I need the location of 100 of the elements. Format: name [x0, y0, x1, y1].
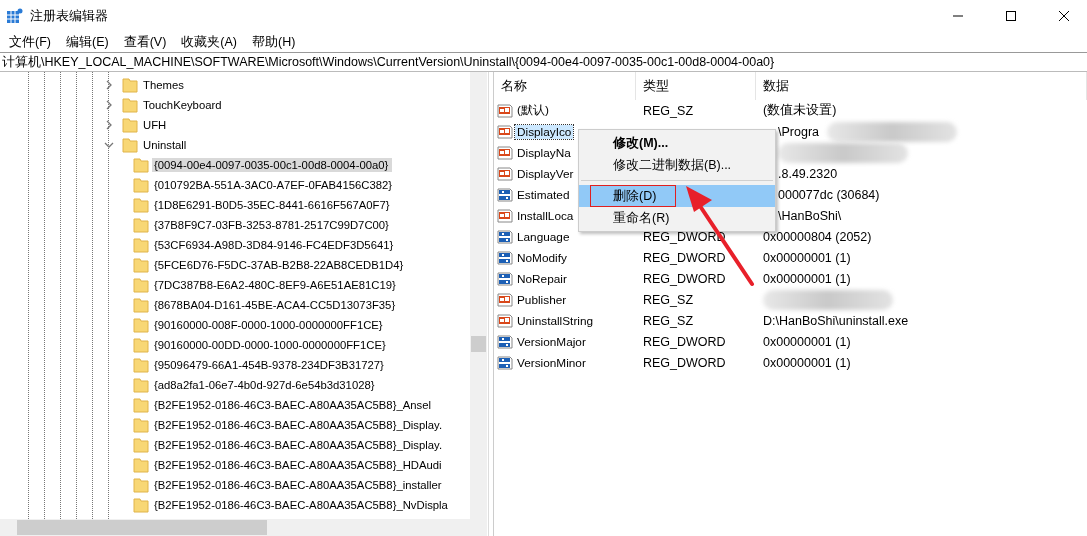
folder-icon — [133, 237, 149, 253]
tree-item[interactable]: {B2FE1952-0186-46C3-BAEC-A80AA35AC5B8}_Display. — [152, 418, 447, 432]
column-header[interactable]: 名称 — [494, 72, 636, 100]
tree-item[interactable]: {95096479-66A1-454B-9378-234DF3B31727} — [152, 358, 388, 372]
value-name[interactable]: (默认) — [515, 102, 551, 119]
string-value-icon — [497, 291, 513, 308]
value-name[interactable]: NoRepair — [515, 271, 569, 286]
tree-item[interactable]: Themes — [141, 78, 188, 92]
value-name[interactable]: DisplayVer — [515, 166, 576, 181]
tree-item[interactable]: {B2FE1952-0186-46C3-BAEC-A80AA35AC5B8}_installer — [152, 478, 446, 492]
value-name[interactable]: VersionMajor — [515, 334, 588, 349]
tree-item[interactable]: Uninstall — [141, 138, 191, 152]
value-type: REG_SZ — [642, 314, 693, 328]
folder-icon — [133, 257, 149, 273]
tree-item[interactable]: {53CF6934-A98D-3D84-9146-FC4EDF3D5641} — [152, 238, 398, 252]
folder-icon — [133, 457, 149, 473]
binary-value-icon — [497, 249, 513, 266]
string-value-icon — [497, 165, 513, 182]
tree-item[interactable]: {37B8F9C7-03FB-3253-8781-2517C99D7C00} — [152, 218, 393, 232]
binary-value-icon — [497, 270, 513, 287]
value-type: REG_SZ — [642, 293, 693, 307]
binary-value-icon — [497, 186, 513, 203]
tree-item[interactable]: UFH — [141, 118, 171, 132]
maximize-icon[interactable] — [1006, 11, 1016, 21]
menu-item[interactable]: 文件(F) — [3, 33, 57, 51]
value-data: \Progra — [778, 124, 819, 139]
tree-item[interactable]: {8678BA04-D161-45BE-ACA4-CC5D13073F35} — [152, 298, 400, 312]
tree-item[interactable]: {ad8a2fa1-06e7-4b0d-927d-6e54b3d31028} — [152, 378, 379, 392]
folder-icon — [133, 297, 149, 313]
value-name[interactable]: Estimated — [515, 187, 572, 202]
folder-icon — [133, 317, 149, 333]
folder-icon — [133, 177, 149, 193]
address-bar[interactable]: 计算机\HKEY_LOCAL_MACHINE\SOFTWARE\Microsoft\Windows\CurrentVersion\Uninstall\{0094-00e4-0097-0035-00c1-00d8-0004-00a0} — [0, 52, 1087, 72]
value-name[interactable]: InstallLoca — [515, 208, 576, 223]
vertical-scrollbar[interactable] — [470, 72, 487, 519]
tree-item[interactable]: {0094-00e4-0097-0035-00c1-00d8-0004-00a0} — [152, 158, 393, 172]
menu-item[interactable]: 编辑(E) — [59, 33, 115, 51]
tree-item[interactable]: {1D8E6291-B0D5-35EC-8441-6616F567A0F7} — [152, 198, 394, 212]
tree-item[interactable]: {010792BA-551A-3AC0-A7EF-0FAB4156C382} — [152, 178, 397, 192]
scrollbar-thumb[interactable] — [17, 520, 267, 535]
folder-icon — [133, 377, 149, 393]
string-value-icon — [497, 144, 513, 161]
context-menu-item[interactable]: 修改(M)... — [579, 132, 775, 154]
expand-chevron-icon[interactable] — [104, 80, 114, 90]
column-header[interactable]: 数据 — [756, 72, 1087, 100]
string-value-icon — [497, 207, 513, 224]
value-type: REG_DWORD — [642, 356, 726, 370]
expand-chevron-icon[interactable] — [104, 100, 114, 110]
tree-item[interactable]: {B2FE1952-0186-46C3-BAEC-A80AA35AC5B8}_Display. — [152, 438, 447, 452]
folder-icon — [122, 97, 138, 113]
menu-item[interactable]: 收藏夹(A) — [175, 33, 243, 51]
value-data: \HanBoShi\ — [778, 208, 842, 223]
value-name[interactable]: DisplayIco — [515, 124, 574, 139]
column-header[interactable]: 类型 — [636, 72, 756, 100]
folder-icon — [133, 277, 149, 293]
tree-item[interactable]: {B2FE1952-0186-46C3-BAEC-A80AA35AC5B8}_Ansel — [152, 398, 435, 412]
folder-icon — [133, 217, 149, 233]
value-data: 0x00000001 (1) — [763, 355, 851, 370]
folder-icon — [122, 117, 138, 133]
tree-item[interactable]: {90160000-008F-0000-1000-0000000FF1CE} — [152, 318, 387, 332]
expand-chevron-icon[interactable] — [104, 120, 114, 130]
horizontal-scrollbar[interactable] — [0, 519, 470, 536]
tree-item[interactable]: {90160000-00DD-0000-1000-0000000FF1CE} — [152, 338, 390, 352]
close-icon[interactable] — [1059, 11, 1069, 21]
value-data: D:\HanBoShi\uninstall.exe — [763, 313, 909, 328]
value-type: REG_SZ — [642, 104, 693, 118]
collapse-chevron-icon[interactable] — [104, 140, 114, 150]
folder-icon — [133, 197, 149, 213]
binary-value-icon — [497, 354, 513, 371]
value-name[interactable]: VersionMinor — [515, 355, 588, 370]
value-name[interactable]: NoModify — [515, 250, 569, 265]
folder-icon — [133, 357, 149, 373]
window-title: 注册表编辑器 — [30, 7, 109, 25]
value-data: 0x00000001 (1) — [763, 250, 851, 265]
tree-item[interactable]: TouchKeyboard — [141, 98, 226, 112]
folder-icon — [133, 397, 149, 413]
value-data: .8.49.2320 — [778, 166, 838, 181]
value-data: (数值未设置) — [763, 102, 837, 119]
folder-icon — [122, 137, 138, 153]
context-menu-item[interactable]: 删除(D) — [579, 185, 775, 207]
menu-item[interactable]: 查看(V) — [117, 33, 173, 51]
folder-icon — [133, 157, 149, 173]
tree-item[interactable]: {7DC387B8-E6A2-480C-8EF9-A6E51AE81C19} — [152, 278, 400, 292]
context-menu-item[interactable]: 重命名(R) — [579, 207, 775, 229]
tree-item[interactable]: {B2FE1952-0186-46C3-BAEC-A80AA35AC5B8}_NvDispla — [152, 498, 452, 512]
tree-item[interactable]: {B2FE1952-0186-46C3-BAEC-A80AA35AC5B8}_HDAudi — [152, 458, 446, 472]
scrollbar-thumb[interactable] — [471, 336, 486, 352]
value-name[interactable]: Language — [515, 229, 572, 244]
value-type: REG_DWORD — [642, 335, 726, 349]
tree-item[interactable]: {5FCE6D76-F5DC-37AB-B2B8-22AB8CEDB1D4} — [152, 258, 408, 272]
value-data: 000077dc (30684) — [778, 187, 880, 202]
menu-item[interactable]: 帮助(H) — [246, 33, 302, 51]
context-menu-item[interactable]: 修改二进制数据(B)... — [579, 154, 775, 176]
value-data: 0x00000804 (2052) — [763, 229, 872, 244]
value-data: 0x00000001 (1) — [763, 334, 851, 349]
folder-icon — [133, 337, 149, 353]
value-type: REG_DWORD — [642, 272, 726, 286]
value-name[interactable]: Publisher — [515, 292, 569, 307]
value-name[interactable]: DisplayNa — [515, 145, 573, 160]
value-name[interactable]: UninstallString — [515, 313, 596, 328]
